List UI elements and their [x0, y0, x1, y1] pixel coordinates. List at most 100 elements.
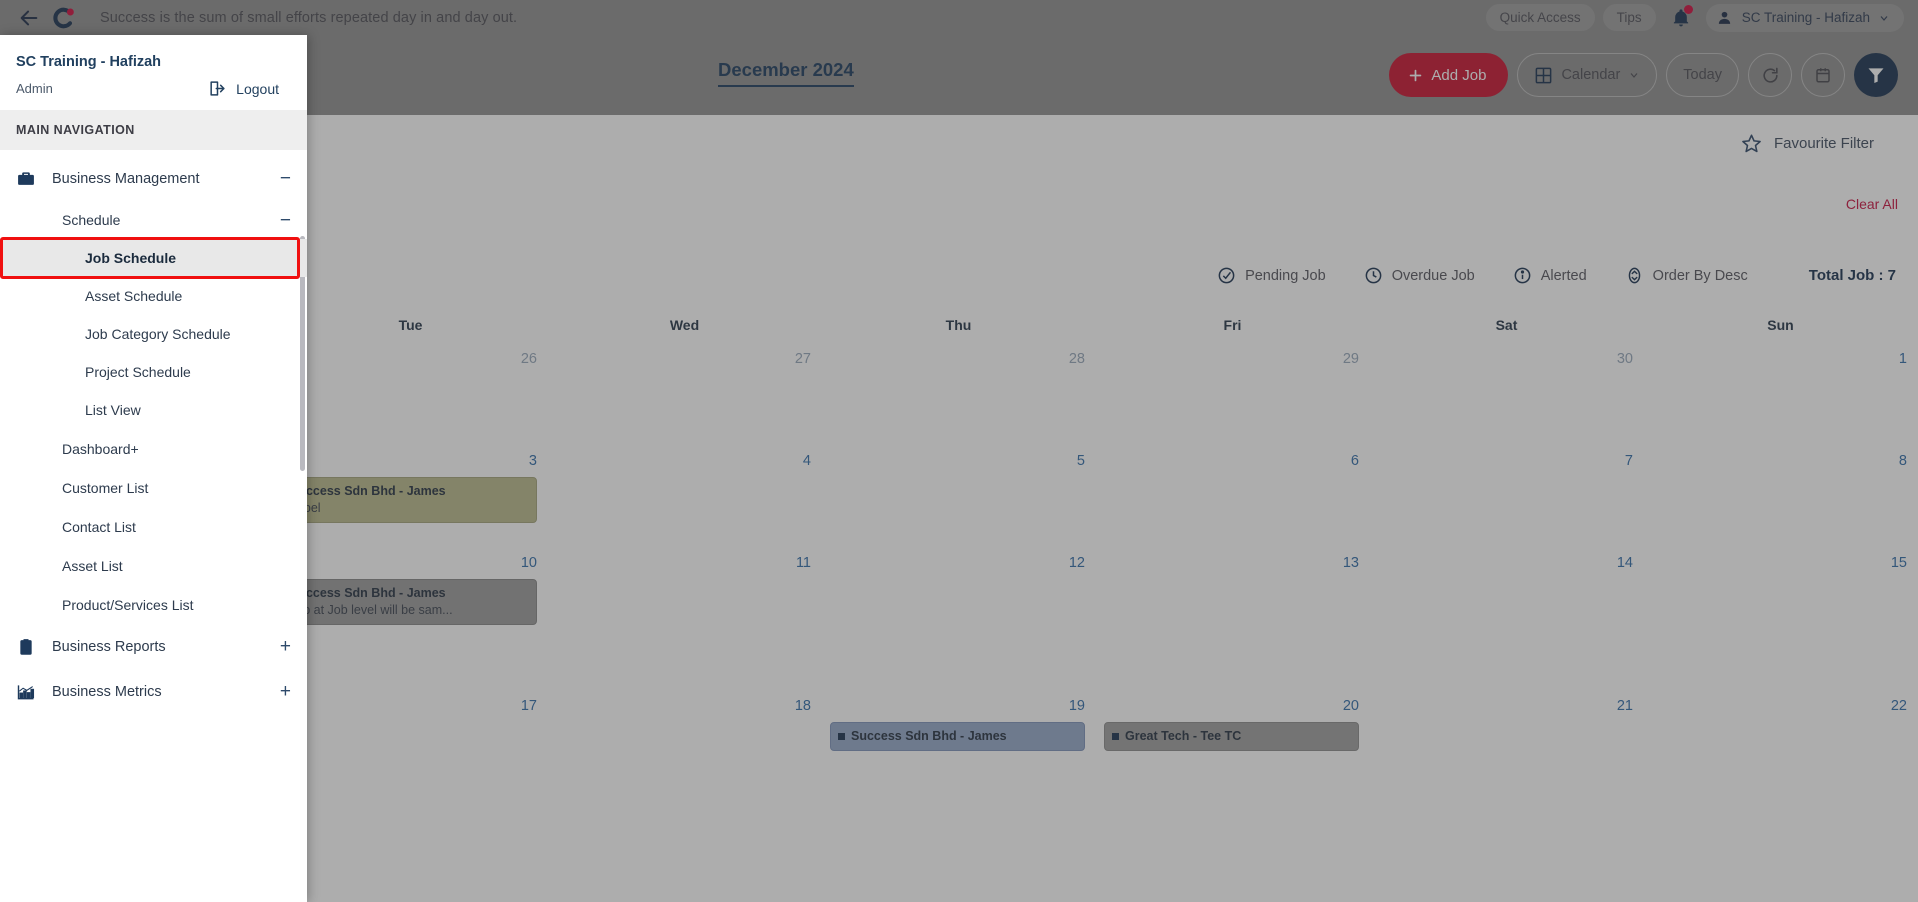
- day-number: 11: [795, 555, 811, 571]
- calendar-day-cell[interactable]: 30: [1370, 344, 1644, 445]
- day-header: Tue: [274, 306, 548, 343]
- sidebar-item-label: Product/Services List: [62, 596, 194, 613]
- grid-icon: [1536, 67, 1552, 83]
- day-header: Thu: [822, 306, 1096, 343]
- day-header: Sat: [1370, 306, 1644, 343]
- calendar-day-cell[interactable]: 8: [1644, 446, 1918, 547]
- calendar-day-cell[interactable]: 19 Success Sdn Bhd - James: [822, 691, 1096, 833]
- calendar-day-cell[interactable]: 28: [822, 344, 1096, 445]
- add-job-button[interactable]: Add Job: [1389, 53, 1509, 97]
- filter-button[interactable]: [1854, 53, 1898, 97]
- sidebar-item-asset-list[interactable]: Asset List: [0, 546, 307, 585]
- status-pending-job[interactable]: Pending Job: [1199, 257, 1344, 294]
- sidebar-item-label: Customer List: [62, 479, 149, 496]
- calendar-day-cell[interactable]: 29: [1096, 344, 1370, 445]
- quick-access-button[interactable]: Quick Access: [1485, 4, 1595, 31]
- calendar-day-cell[interactable]: 21: [1370, 691, 1644, 833]
- toolbar-actions: Add Job Calendar Today: [1389, 53, 1898, 97]
- calendar-day-cell[interactable]: 10 Success Sdn Bhd - James Job at Job le…: [274, 548, 548, 690]
- calendar-day-cell[interactable]: 13: [1096, 548, 1370, 690]
- status-order-by[interactable]: Order By Desc: [1607, 257, 1766, 294]
- sidebar-item-label: Business Metrics: [52, 683, 162, 700]
- bar-chart-icon: [16, 682, 44, 702]
- calendar-day-cell[interactable]: 20 Great Tech - Tee TC: [1096, 691, 1370, 833]
- chevron-down-icon: [1630, 73, 1638, 78]
- status-alerted[interactable]: Alerted: [1495, 257, 1605, 294]
- event-status-bullet: [838, 733, 845, 741]
- sidebar-item-label: Business Reports: [52, 638, 166, 655]
- refresh-button[interactable]: [1748, 53, 1792, 97]
- calendar-day-cell[interactable]: 18: [548, 691, 822, 833]
- calendar-day-cell[interactable]: 15: [1644, 548, 1918, 690]
- calendar-day-cell[interactable]: 27: [548, 344, 822, 445]
- sidebar-item-job-schedule[interactable]: Job Schedule: [0, 239, 307, 277]
- calendar-day-cell[interactable]: 14: [1370, 548, 1644, 690]
- calendar-day-cell[interactable]: 4: [548, 446, 822, 547]
- sidebar-item-business-management[interactable]: Business Management −: [0, 156, 307, 201]
- calendar-day-cell[interactable]: 1: [1644, 344, 1918, 445]
- sidebar-item-asset-schedule[interactable]: Asset Schedule: [0, 277, 307, 315]
- day-number: 3: [528, 453, 537, 469]
- calendar-day-cell[interactable]: 7: [1370, 446, 1644, 547]
- calendar-day-cell[interactable]: 17: [274, 691, 548, 833]
- day-number: 27: [794, 351, 811, 367]
- calendar-day-cell[interactable]: 11: [548, 548, 822, 690]
- notification-badge-dot: [1683, 4, 1693, 14]
- expand-toggle-icon[interactable]: +: [280, 637, 291, 656]
- sidebar-item-dashboard[interactable]: Dashboard +: [0, 429, 307, 468]
- calendar-event[interactable]: Great Tech - Tee TC: [1104, 722, 1359, 751]
- collapse-toggle-icon[interactable]: −: [280, 169, 291, 188]
- plus-icon: [1410, 69, 1422, 81]
- calendar-day-cell[interactable]: 12: [822, 548, 1096, 690]
- day-number: 4: [802, 453, 811, 469]
- expand-toggle-icon[interactable]: +: [131, 441, 139, 457]
- day-number: 8: [1898, 453, 1907, 469]
- notifications-button[interactable]: [1664, 3, 1698, 33]
- calendar-day-cell[interactable]: 6: [1096, 446, 1370, 547]
- event-subtitle: Job at Job level will be sam...: [290, 602, 453, 617]
- event-title: Success Sdn Bhd - James: [838, 728, 1077, 745]
- total-job-label: Total Job :: [1808, 267, 1884, 284]
- day-number: 28: [1068, 351, 1085, 367]
- sidebar-item-product-services-list[interactable]: Product/Services List: [0, 585, 307, 624]
- favourite-filter-button[interactable]: Favourite Filter: [1716, 120, 1898, 166]
- sidebar-item-business-reports[interactable]: Business Reports +: [0, 624, 307, 669]
- calendar-icon: [1816, 68, 1830, 83]
- view-mode-dropdown[interactable]: Calendar: [1517, 53, 1658, 97]
- sidebar-item-contact-list[interactable]: Contact List: [0, 507, 307, 546]
- expand-toggle-icon[interactable]: +: [280, 682, 291, 701]
- month-title[interactable]: December 2024: [718, 59, 854, 87]
- day-number: 10: [520, 555, 537, 571]
- funnel-icon: [1868, 68, 1884, 83]
- day-header: Fri: [1096, 306, 1370, 343]
- brand-logo-icon[interactable]: [50, 3, 78, 33]
- today-button[interactable]: Today: [1666, 53, 1739, 97]
- status-overdue-job[interactable]: Overdue Job: [1346, 257, 1493, 294]
- sidebar-item-schedule[interactable]: Schedule −: [0, 201, 307, 239]
- calendar-day-cell[interactable]: 26: [274, 344, 548, 445]
- calendar-day-cell[interactable]: 3 Success Sdn Bhd - James Label: [274, 446, 548, 547]
- collapse-toggle-icon[interactable]: −: [280, 211, 291, 230]
- back-arrow-icon[interactable]: [14, 3, 44, 33]
- calendar-day-cell[interactable]: 5: [822, 446, 1096, 547]
- day-number: 18: [794, 698, 811, 714]
- clear-all-button[interactable]: Clear All: [1846, 196, 1898, 212]
- view-mode-label: Calendar: [1561, 67, 1621, 83]
- sidebar-item-list-view[interactable]: List View: [0, 391, 307, 429]
- calendar-event[interactable]: Success Sdn Bhd - James Job at Job level…: [282, 579, 537, 625]
- calendar-event[interactable]: Success Sdn Bhd - James: [830, 722, 1085, 751]
- logout-button[interactable]: Logout: [208, 79, 291, 98]
- date-picker-button[interactable]: [1801, 53, 1845, 97]
- day-header: Wed: [548, 306, 822, 343]
- user-menu[interactable]: SC Training - Hafizah: [1705, 3, 1904, 32]
- sidebar-item-customer-list[interactable]: Customer List: [0, 468, 307, 507]
- logout-label: Logout: [236, 80, 279, 97]
- calendar-event[interactable]: Success Sdn Bhd - James Label: [282, 477, 537, 523]
- today-label: Today: [1683, 67, 1722, 83]
- calendar-day-cell[interactable]: 22: [1644, 691, 1918, 833]
- sidebar-item-business-metrics[interactable]: Business Metrics +: [0, 669, 307, 714]
- total-job-counter: Total Job : 7: [1785, 267, 1896, 284]
- sidebar-item-job-category-schedule[interactable]: Job Category Schedule: [0, 315, 307, 353]
- tips-button[interactable]: Tips: [1602, 4, 1656, 31]
- sidebar-item-project-schedule[interactable]: Project Schedule: [0, 353, 307, 391]
